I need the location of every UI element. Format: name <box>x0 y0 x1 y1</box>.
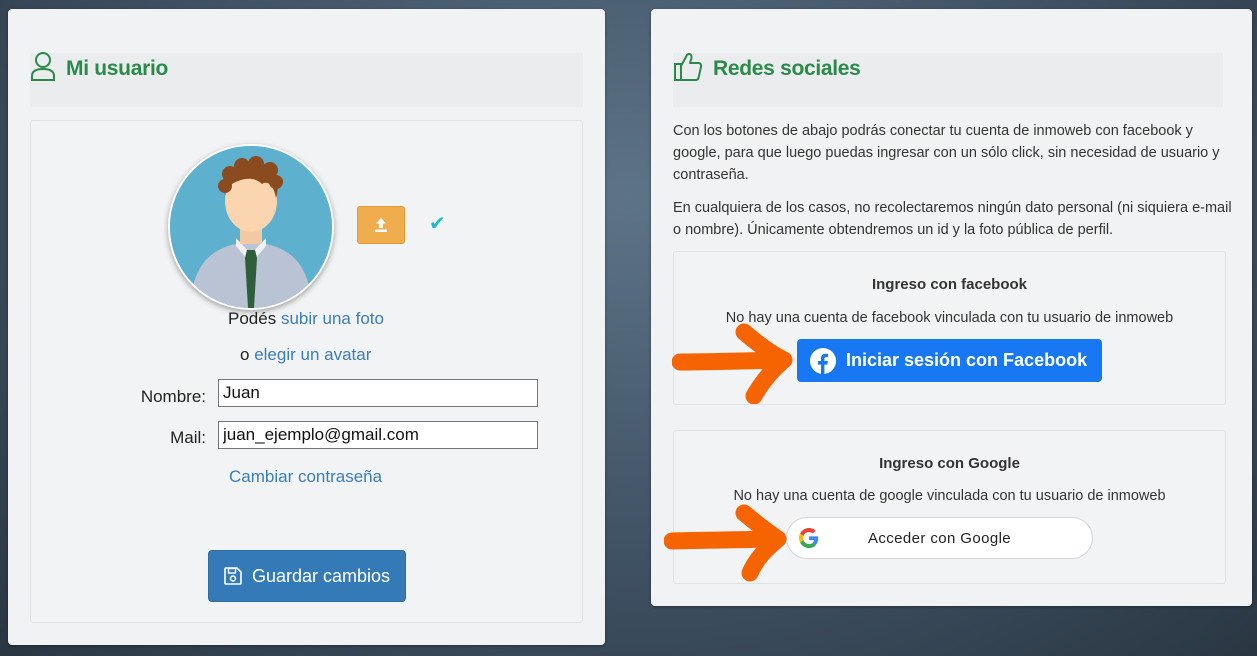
check-icon: ✔ <box>429 213 446 235</box>
page-title: Mi usuario <box>66 57 169 80</box>
email-field[interactable] <box>218 421 538 449</box>
google-icon <box>799 528 819 548</box>
facebook-card-title: Ingreso con facebook <box>871 276 1028 293</box>
upload-photo-line: Podés subir una foto <box>228 309 384 329</box>
user-icon <box>31 52 55 81</box>
avatar[interactable] <box>168 144 334 310</box>
save-button-label: Guardar cambios <box>251 565 391 586</box>
change-password-link[interactable]: Cambiar contraseña <box>229 467 382 487</box>
google-card-title: Ingreso con Google <box>879 455 1020 472</box>
upload-icon <box>375 218 387 232</box>
google-status: No hay una cuenta de google vinculada co… <box>733 488 1166 504</box>
profile-panel: Mi usuario ✔ Podés subir una foto o eleg… <box>8 9 605 645</box>
upload-photo-link[interactable]: subir una foto <box>281 309 384 328</box>
google-arrow-annotation <box>664 504 787 582</box>
social-title: Redes sociales <box>713 57 861 80</box>
save-button[interactable]: Guardar cambios <box>208 550 406 602</box>
avatar-image <box>170 146 332 308</box>
google-login-label: Acceder con Google <box>867 529 1012 547</box>
name-field[interactable] <box>218 379 538 407</box>
facebook-icon <box>810 347 836 374</box>
name-label: Nombre: <box>140 387 206 406</box>
social-description-2: En cualquiera de los casos, no recolecta… <box>673 200 1232 238</box>
choose-avatar-link[interactable]: elegir un avatar <box>254 345 371 364</box>
floppy-icon <box>224 567 242 585</box>
choose-avatar-prefix: o <box>240 345 250 364</box>
choose-avatar-line: o elegir un avatar <box>240 345 371 365</box>
facebook-login-label: Iniciar sesión con Facebook <box>846 350 1088 370</box>
mail-label: Mail: <box>170 428 206 447</box>
facebook-arrow-annotation <box>672 323 793 404</box>
facebook-login-button[interactable]: Iniciar sesión con Facebook <box>797 339 1102 382</box>
upload-photo-button[interactable] <box>357 206 405 244</box>
thumbs-up-icon <box>674 53 703 81</box>
google-login-button[interactable]: Acceder con Google <box>786 517 1093 559</box>
upload-photo-prefix: Podés <box>228 309 277 328</box>
social-description-1: Con los botones de abajo podrás conectar… <box>673 123 1220 183</box>
profile-card: ✔ Podés subir una foto o elegir un avata… <box>30 120 583 623</box>
